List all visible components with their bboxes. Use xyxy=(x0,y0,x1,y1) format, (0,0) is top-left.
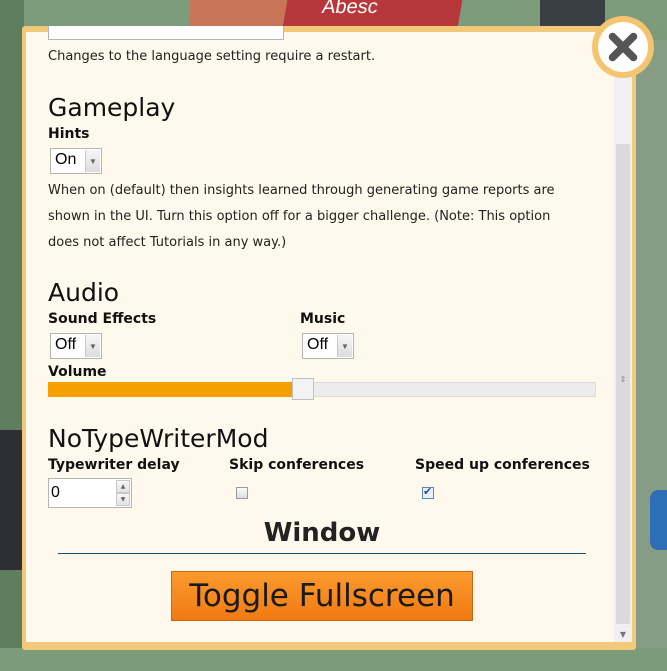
checkmark-icon: ✔ xyxy=(423,485,433,498)
close-button-face xyxy=(598,22,648,72)
dark-furniture xyxy=(0,430,24,570)
close-button[interactable] xyxy=(592,16,654,78)
window-divider xyxy=(58,553,586,554)
spin-down-icon[interactable]: ▼ xyxy=(116,493,130,506)
sound-effects-value: Off xyxy=(55,336,77,353)
volume-slider-fill xyxy=(48,382,295,397)
sound-effects-select[interactable]: Off ▼ xyxy=(50,333,102,359)
hints-description-line-3: does not affect Tutorials in any way.) xyxy=(48,235,287,250)
volume-label: Volume xyxy=(48,364,107,380)
hints-description-line-1: When on (default) then insights learned … xyxy=(48,183,555,198)
scroll-down-arrow-icon[interactable]: ▼ xyxy=(614,626,632,642)
chevron-down-icon: ▼ xyxy=(337,335,352,357)
window-heading: Window xyxy=(263,518,381,548)
chevron-down-icon: ▼ xyxy=(85,335,100,357)
scroll-grip-icon: ⇕ xyxy=(619,375,627,384)
skip-conferences-label: Skip conferences xyxy=(229,457,365,473)
music-value: Off xyxy=(307,336,329,353)
left-scenery xyxy=(0,0,24,671)
speed-up-conferences-checkbox[interactable]: ✔ xyxy=(422,485,434,499)
skip-conferences-checkbox[interactable] xyxy=(236,487,248,499)
hints-value: On xyxy=(55,151,77,168)
typewriter-delay-value: 0 xyxy=(51,484,60,501)
shelf xyxy=(540,0,605,28)
vertical-scrollbar[interactable]: ▲ ⇕ ▼ xyxy=(614,32,632,642)
red-sign: Abesc xyxy=(282,0,463,28)
toggle-fullscreen-button[interactable]: Toggle Fullscreen xyxy=(171,571,473,621)
bottom-scenery xyxy=(0,648,667,671)
speed-up-conferences-label: Speed up conferences xyxy=(415,457,590,473)
red-sign-text: Abesc xyxy=(320,0,380,18)
music-select[interactable]: Off ▼ xyxy=(302,333,354,359)
notypewritermod-heading: NoTypeWriterMod xyxy=(48,424,269,453)
music-label: Music xyxy=(300,311,346,327)
hints-description-line-2: shown in the UI. Turn this option off fo… xyxy=(48,209,551,224)
language-restart-note: Changes to the language setting require … xyxy=(48,49,376,64)
close-x-icon xyxy=(608,32,638,62)
chevron-down-icon: ▼ xyxy=(85,150,100,172)
language-select[interactable] xyxy=(48,26,284,40)
spin-up-icon[interactable]: ▲ xyxy=(116,480,130,493)
hints-label: Hints xyxy=(48,126,90,142)
hints-select[interactable]: On ▼ xyxy=(50,148,102,174)
typewriter-delay-label: Typewriter delay xyxy=(48,457,180,473)
gameplay-heading: Gameplay xyxy=(48,93,176,122)
audio-heading: Audio xyxy=(48,278,120,307)
sound-effects-label: Sound Effects xyxy=(48,311,157,327)
typewriter-delay-input[interactable]: 0 ▲ ▼ xyxy=(48,478,132,508)
blue-object xyxy=(650,490,667,550)
volume-slider-thumb[interactable] xyxy=(292,378,314,400)
